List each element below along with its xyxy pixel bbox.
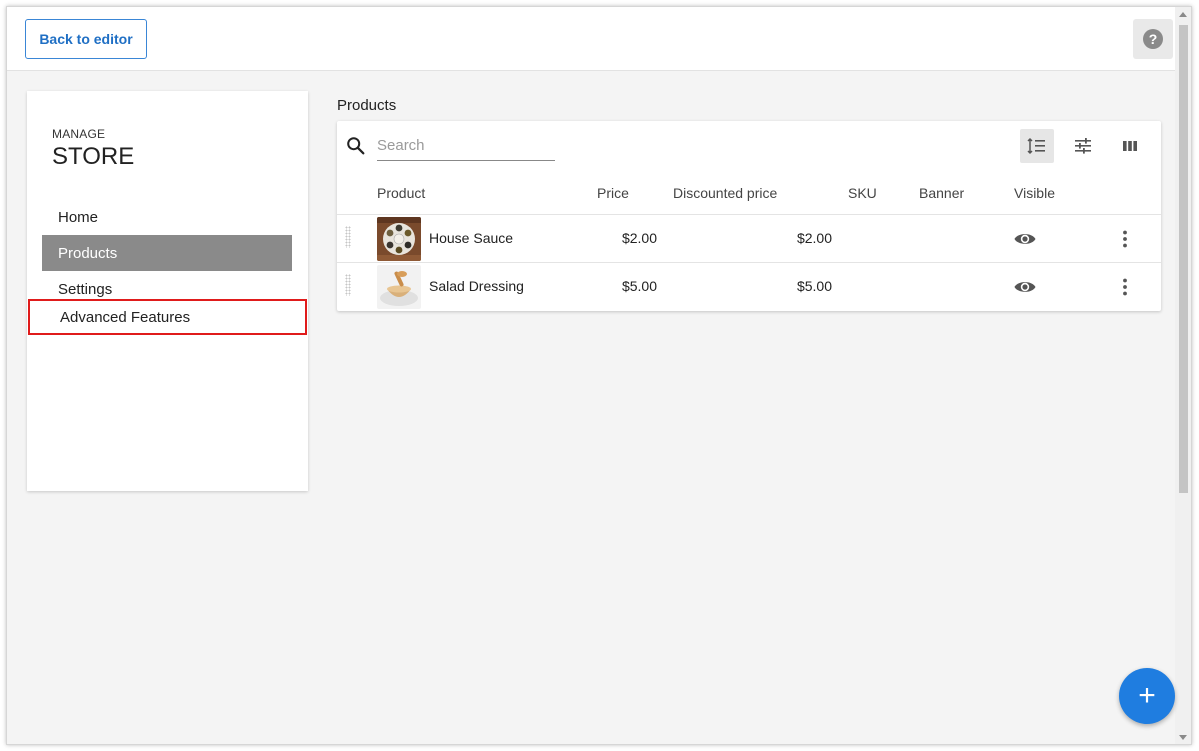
plus-icon: + [1138, 679, 1156, 712]
product-thumbnail [377, 265, 421, 309]
vertical-scrollbar[interactable] [1175, 7, 1191, 744]
help-button[interactable]: ? [1133, 19, 1173, 59]
column-header-visible[interactable]: Visible [1014, 185, 1055, 201]
page-title: Products [337, 97, 397, 114]
product-name[interactable]: Salad Dressing [429, 278, 524, 294]
table-row[interactable]: House Sauce $2.00 $2.00 [337, 214, 1161, 262]
column-header-price[interactable]: Price [597, 185, 629, 201]
column-header-discounted-price[interactable]: Discounted price [673, 185, 777, 201]
app-window: Back to editor ? MANAGE STORE Home Produ… [6, 6, 1192, 745]
sidebar-store-title: STORE [52, 143, 135, 170]
more-options-icon[interactable] [1113, 275, 1137, 299]
sidebar-item-home[interactable]: Home [42, 199, 292, 235]
sidebar-manage-label: MANAGE [52, 127, 106, 141]
drag-handle-icon[interactable] [345, 226, 351, 248]
back-to-editor-button[interactable]: Back to editor [25, 19, 147, 59]
product-discounted-price: $2.00 [796, 230, 832, 246]
sort-button[interactable] [1020, 129, 1054, 163]
product-thumbnail [377, 217, 421, 261]
product-name[interactable]: House Sauce [429, 230, 513, 246]
sidebar-item-products[interactable]: Products [42, 235, 292, 271]
top-bar: Back to editor ? [7, 7, 1175, 71]
eye-icon[interactable] [1013, 227, 1037, 251]
product-discounted-price: $5.00 [796, 278, 832, 294]
add-product-button[interactable]: + [1119, 668, 1175, 724]
help-icon: ? [1143, 29, 1163, 49]
sidebar-item-advanced-features[interactable]: Advanced Features [28, 299, 307, 335]
products-table-card: Product Price Discounted price SKU Banne… [337, 121, 1161, 311]
eye-icon[interactable] [1013, 275, 1037, 299]
column-header-sku[interactable]: SKU [848, 185, 877, 201]
table-row[interactable]: Salad Dressing $5.00 $5.00 [337, 262, 1161, 310]
search-icon [347, 137, 365, 155]
scroll-up-arrow-icon[interactable] [1179, 12, 1187, 17]
drag-handle-icon[interactable] [345, 274, 351, 296]
more-options-icon[interactable] [1113, 227, 1137, 251]
column-header-banner[interactable]: Banner [919, 185, 964, 201]
product-price: $2.00 [621, 230, 657, 246]
search-input[interactable] [377, 131, 555, 161]
scroll-down-arrow-icon[interactable] [1179, 735, 1187, 740]
sidebar: MANAGE STORE Home Products Settings Adva… [27, 91, 308, 491]
column-header-product[interactable]: Product [377, 185, 425, 201]
filter-button[interactable] [1066, 129, 1100, 163]
columns-icon [1123, 141, 1137, 151]
filter-icon [1075, 138, 1091, 154]
columns-button[interactable] [1113, 129, 1147, 163]
product-price: $5.00 [621, 278, 657, 294]
scroll-thumb[interactable] [1179, 25, 1188, 493]
sort-icon [1027, 137, 1045, 155]
